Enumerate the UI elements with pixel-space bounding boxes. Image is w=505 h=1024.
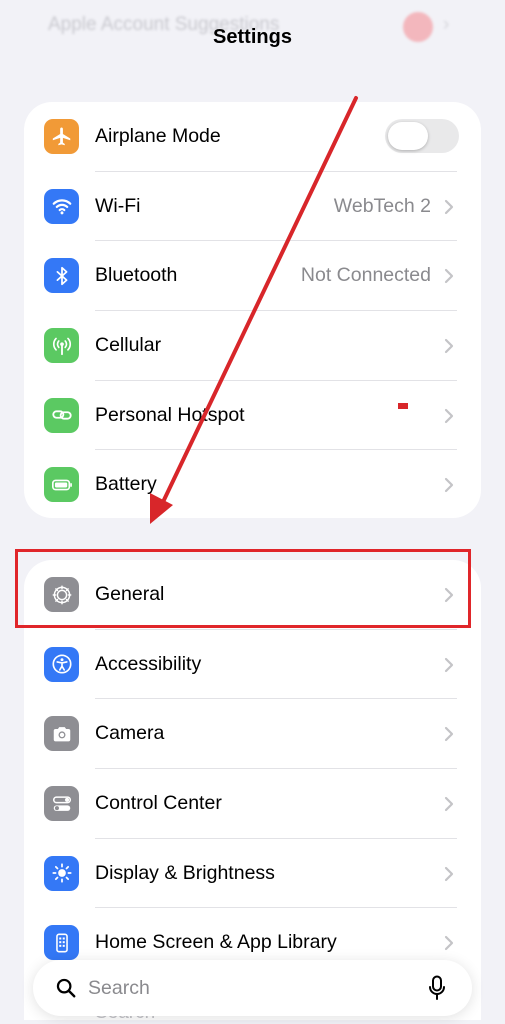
accessibility-icon xyxy=(44,646,79,682)
connectivity-group: Airplane Mode Wi-Fi WebTech 2 Bluetooth … xyxy=(24,102,481,518)
row-label: Control Center xyxy=(95,792,222,815)
home-screen-icon xyxy=(44,925,79,961)
row-battery[interactable]: Battery xyxy=(24,450,481,518)
airplane-icon xyxy=(44,119,79,154)
bluetooth-status-value: Not Connected xyxy=(300,264,431,287)
cellular-icon xyxy=(44,328,79,364)
row-camera[interactable]: Camera xyxy=(24,699,481,770)
row-accessibility[interactable]: Accessibility xyxy=(24,630,481,700)
bluetooth-icon xyxy=(44,258,79,294)
search-icon xyxy=(56,978,76,998)
row-personal-hotspot[interactable]: Personal Hotspot xyxy=(24,381,481,451)
chevron-right-icon xyxy=(444,866,454,881)
row-display-brightness[interactable]: Display & Brightness xyxy=(24,839,481,909)
row-label: Bluetooth xyxy=(95,264,178,287)
wifi-icon xyxy=(44,188,79,224)
chevron-right-icon xyxy=(444,408,454,423)
row-label: Cellular xyxy=(95,334,162,357)
row-control-center[interactable]: Control Center xyxy=(24,769,481,839)
toggle-knob xyxy=(388,122,428,150)
search-bar[interactable]: Search xyxy=(33,960,472,1016)
microphone-icon[interactable] xyxy=(428,975,446,1001)
search-input[interactable]: Search xyxy=(88,960,150,1016)
row-cellular[interactable]: Cellular xyxy=(24,311,481,381)
row-label: Airplane Mode xyxy=(95,125,221,147)
chevron-right-icon xyxy=(444,936,454,951)
brightness-icon xyxy=(44,855,79,891)
chevron-right-icon xyxy=(444,338,454,354)
hotspot-icon xyxy=(44,397,79,433)
row-label: Display & Brightness xyxy=(95,861,275,884)
row-label: Wi-Fi xyxy=(95,194,141,217)
chevron-right-icon xyxy=(444,269,454,284)
wifi-network-value: WebTech 2 xyxy=(333,194,431,217)
chevron-right-icon xyxy=(444,657,454,672)
battery-icon xyxy=(44,467,79,503)
row-label: Camera xyxy=(95,722,165,745)
highlight-box xyxy=(15,549,471,628)
row-airplane-mode[interactable]: Airplane Mode xyxy=(24,102,481,172)
row-label: Accessibility xyxy=(95,652,202,675)
control-center-icon xyxy=(44,786,79,822)
row-label: Battery xyxy=(95,473,157,496)
chevron-right-icon xyxy=(444,478,454,493)
camera-icon xyxy=(44,716,79,752)
airplane-mode-toggle[interactable] xyxy=(385,119,459,153)
general-group: General Accessibility Camera Control Cen… xyxy=(24,560,481,1020)
row-label: Personal Hotspot xyxy=(95,403,245,426)
page-title: Settings xyxy=(213,26,292,48)
row-bluetooth[interactable]: Bluetooth Not Connected xyxy=(24,241,481,312)
chevron-right-icon xyxy=(444,796,454,812)
chevron-right-icon xyxy=(444,199,454,214)
chevron-right-icon xyxy=(444,727,454,742)
row-wifi[interactable]: Wi-Fi WebTech 2 xyxy=(24,172,481,242)
annotation-mark xyxy=(398,403,408,409)
